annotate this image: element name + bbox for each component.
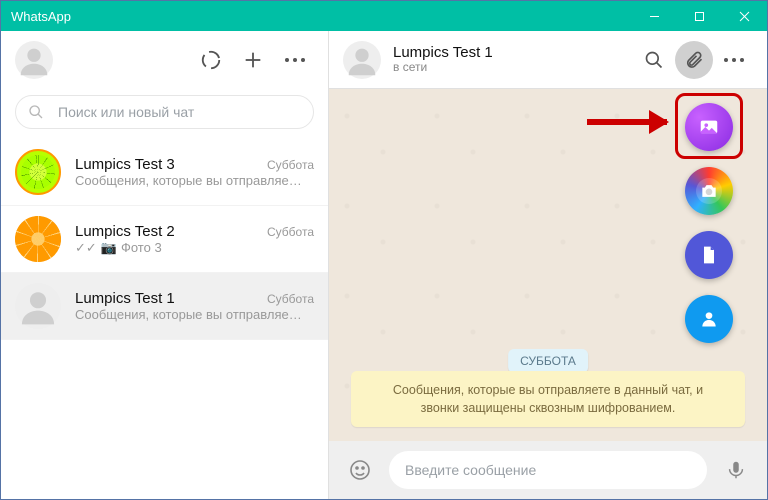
messages-area: СУББОТА Сообщения, которые вы отправляет… (329, 89, 767, 441)
image-icon (698, 116, 720, 138)
chat-time: Суббота (267, 225, 314, 239)
message-input[interactable] (405, 462, 691, 478)
titlebar: WhatsApp (1, 1, 767, 31)
chat-time: Суббота (267, 292, 314, 306)
chat-preview: Сообщения, которые вы отправляе… (75, 173, 314, 188)
search-icon (28, 104, 44, 120)
close-button[interactable] (722, 1, 767, 31)
contact-avatar[interactable] (343, 41, 381, 79)
person-icon (699, 309, 719, 329)
emoji-icon (348, 458, 372, 482)
chat-avatar (15, 149, 61, 195)
annotation-arrow (587, 119, 667, 125)
right-panel: Lumpics Test 1 в сети СУББОТА Сообщен (329, 31, 767, 499)
microphone-icon (725, 459, 747, 481)
chat-list: Lumpics Test 3 Суббота Сообщения, которы… (1, 139, 328, 499)
document-icon (699, 245, 719, 265)
contact-info[interactable]: Lumpics Test 1 в сети (393, 44, 493, 75)
chat-name: Lumpics Test 1 (75, 290, 175, 307)
chat-preview-text: Фото 3 (121, 240, 162, 255)
encryption-notice: Сообщения, которые вы отправляете в данн… (351, 371, 745, 427)
chat-item[interactable]: Lumpics Test 1 Суббота Сообщения, которы… (1, 273, 328, 340)
attach-camera-button[interactable] (685, 167, 733, 215)
voice-button[interactable] (717, 451, 755, 489)
attach-active-bg (675, 41, 713, 79)
chat-preview: ✓✓ 📷 Фото 3 (75, 240, 314, 256)
contact-name: Lumpics Test 1 (393, 44, 493, 61)
window-title: WhatsApp (11, 9, 632, 24)
attach-gallery-button[interactable] (685, 103, 733, 151)
chat-preview: Сообщения, которые вы отправляе… (75, 307, 314, 322)
left-header (1, 31, 328, 89)
attach-menu (685, 103, 733, 343)
status-icon[interactable] (192, 41, 230, 79)
chat-item[interactable]: Lumpics Test 2 Суббота ✓✓ 📷 Фото 3 (1, 206, 328, 273)
chat-name: Lumpics Test 3 (75, 156, 175, 173)
contact-status: в сети (393, 61, 493, 75)
paperclip-icon (684, 50, 704, 70)
emoji-button[interactable] (341, 451, 379, 489)
message-input-wrap[interactable] (389, 451, 707, 489)
left-panel: Lumpics Test 3 Суббота Сообщения, которы… (1, 31, 329, 499)
date-badge: СУББОТА (508, 349, 588, 373)
chat-search-icon[interactable] (635, 41, 673, 79)
attach-document-button[interactable] (685, 231, 733, 279)
chat-time: Суббота (267, 158, 314, 172)
menu-icon[interactable] (276, 41, 314, 79)
camera-icon: 📷 (101, 240, 117, 256)
attach-button[interactable] (675, 41, 713, 79)
my-avatar[interactable] (15, 41, 53, 79)
minimize-button[interactable] (632, 1, 677, 31)
chat-name: Lumpics Test 2 (75, 223, 175, 240)
chat-header: Lumpics Test 1 в сети (329, 31, 767, 89)
chat-avatar (15, 283, 61, 329)
chat-item[interactable]: Lumpics Test 3 Суббота Сообщения, которы… (1, 139, 328, 206)
delivered-ticks-icon: ✓✓ (75, 240, 97, 256)
input-bar (329, 441, 767, 499)
new-chat-icon[interactable] (234, 41, 272, 79)
chat-menu-icon[interactable] (715, 41, 753, 79)
chat-avatar (15, 216, 61, 262)
camera-icon (699, 181, 719, 201)
search-input[interactable] (58, 104, 301, 120)
attach-contact-button[interactable] (685, 295, 733, 343)
maximize-button[interactable] (677, 1, 722, 31)
search-input-wrap[interactable] (15, 95, 314, 129)
